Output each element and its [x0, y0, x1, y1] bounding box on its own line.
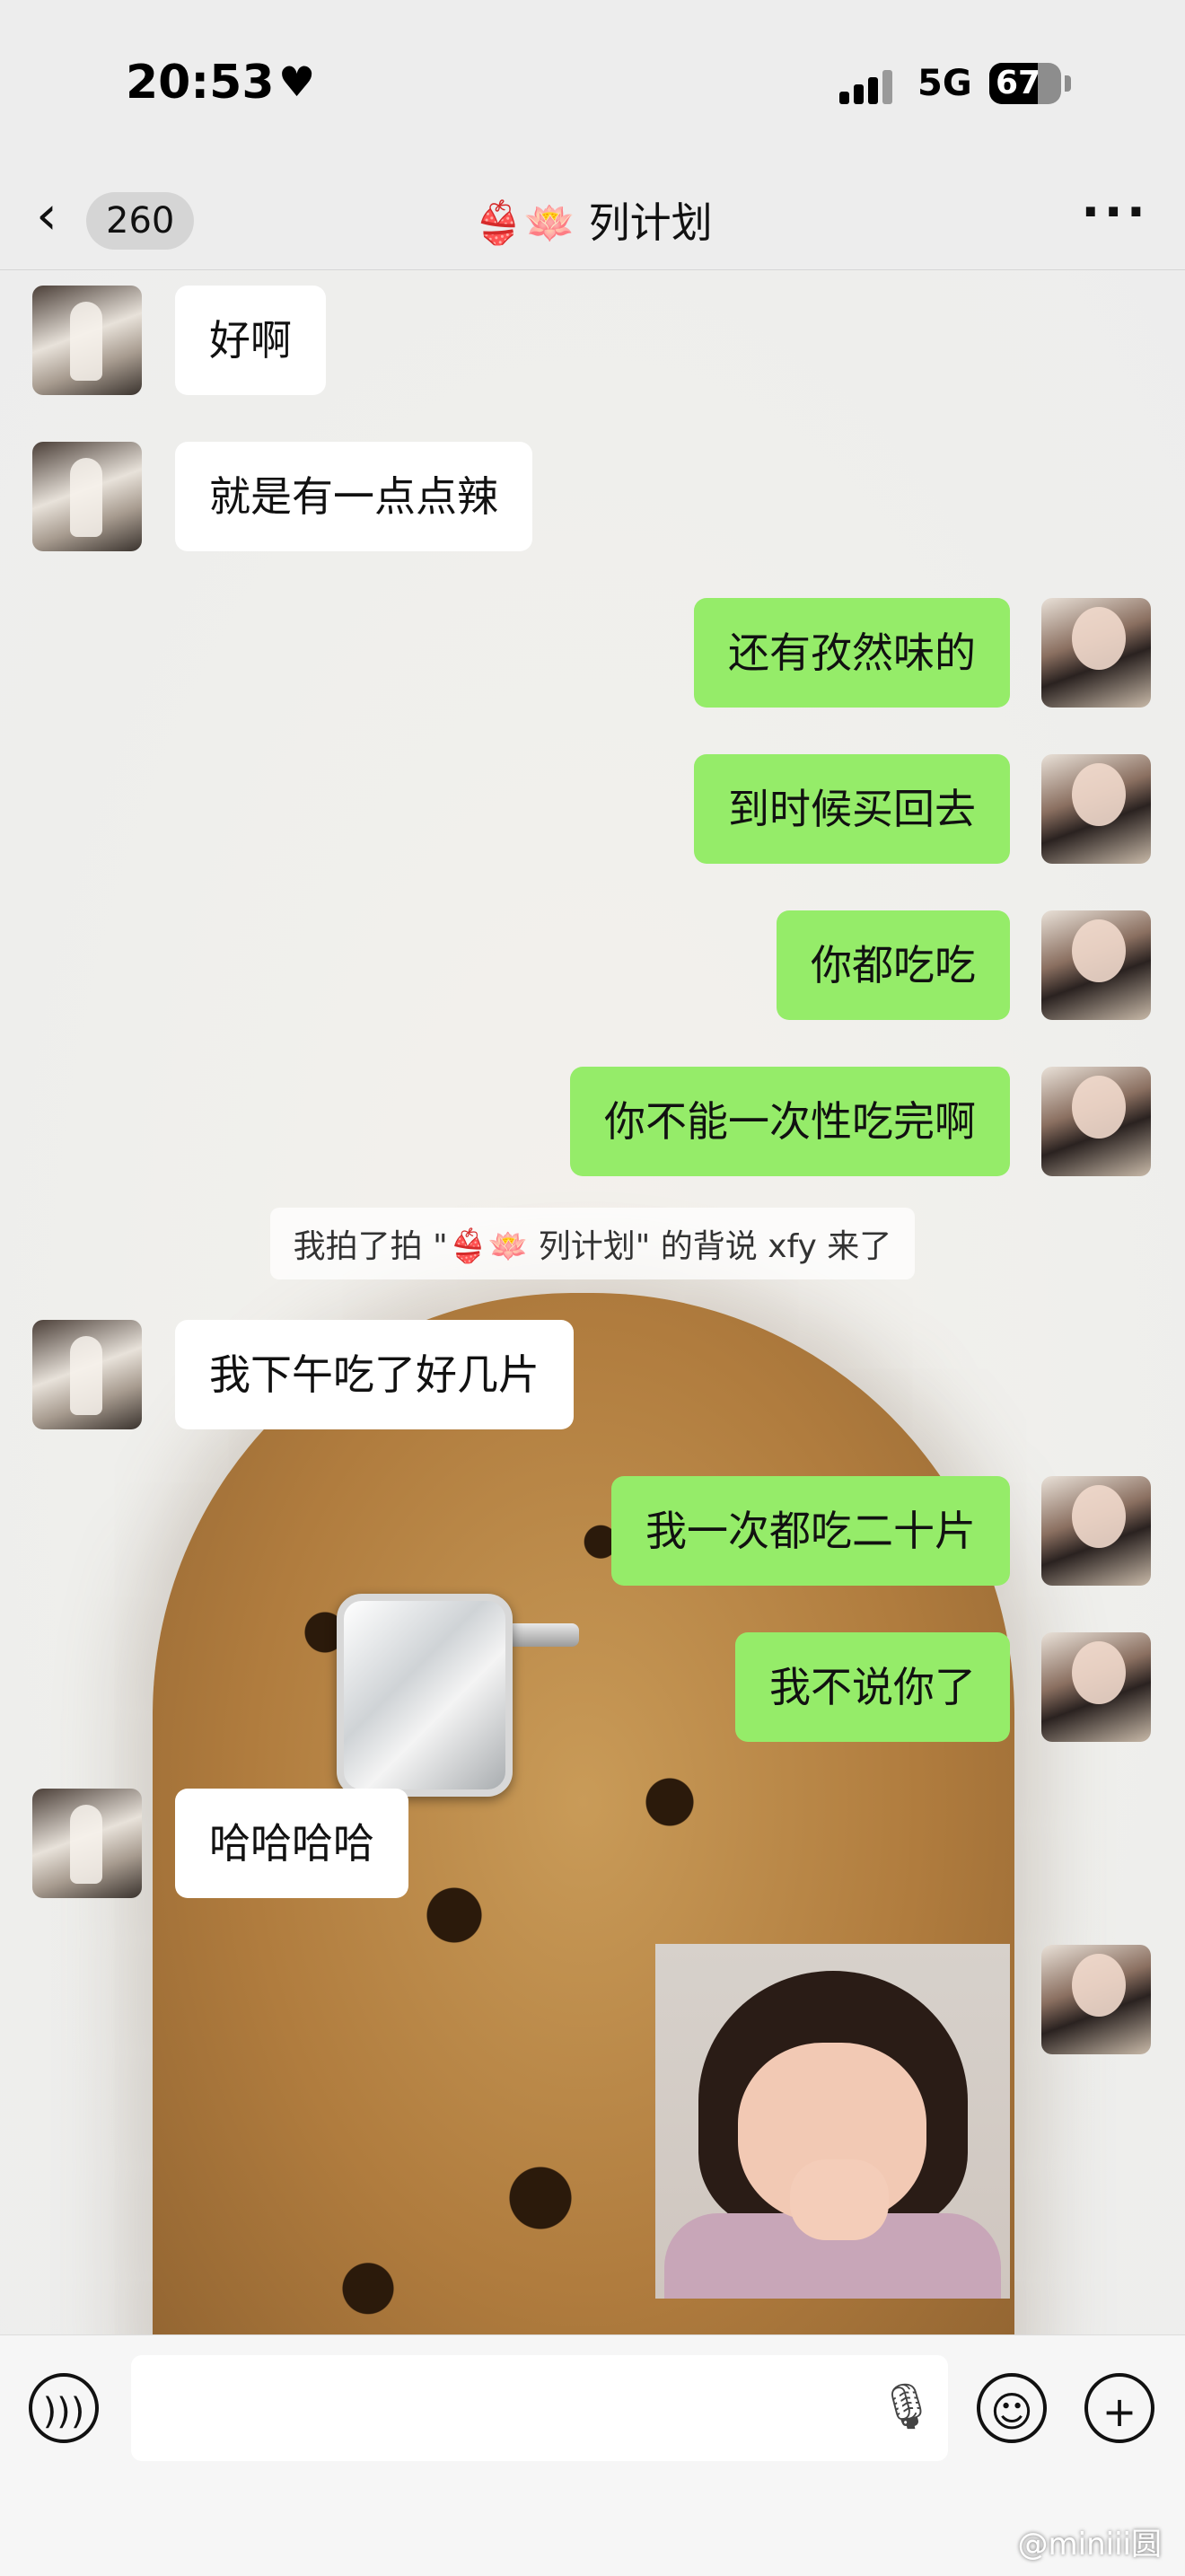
voice-icon[interactable]: ))) [29, 2373, 99, 2443]
avatar[interactable] [32, 442, 142, 551]
chat-header: ‹ 260 👙🪷 列计划 ··· [0, 171, 1185, 270]
avatar[interactable] [1041, 1476, 1151, 1586]
message-bubble[interactable]: 还有孜然味的 [694, 598, 1010, 708]
avatar[interactable] [32, 1320, 142, 1429]
avatar[interactable] [1041, 598, 1151, 708]
clock: 20:53 [126, 56, 275, 110]
more-icon[interactable]: ··· [1081, 183, 1149, 242]
avatar[interactable] [32, 1789, 142, 1898]
avatar[interactable] [1041, 910, 1151, 1020]
status-bar: 20:53 ♥ 5G 67 [0, 0, 1185, 171]
wallpaper-diamond-ring [337, 1594, 513, 1797]
avatar[interactable] [1041, 1945, 1151, 2054]
message-input[interactable] [131, 2355, 948, 2461]
message-bubble[interactable]: 哈哈哈哈 [175, 1789, 408, 1898]
system-notice: 我拍了拍 "👙🪷 列计划" 的背说 xfy 来了 [0, 1208, 1185, 1279]
avatar[interactable] [1041, 754, 1151, 864]
avatar[interactable] [1041, 1067, 1151, 1176]
message-bubble[interactable]: 到时候买回去 [694, 754, 1010, 864]
avatar[interactable] [1041, 1632, 1151, 1742]
message-bubble[interactable]: 我不说你了 [735, 1632, 1010, 1742]
watermark: @miniii圆 [1017, 2527, 1162, 2563]
heart-icon: ♥ [278, 57, 316, 106]
battery-level: 67 [995, 65, 1041, 101]
plus-icon[interactable]: + [1084, 2373, 1154, 2443]
message-bubble[interactable]: 我下午吃了好几片 [175, 1320, 574, 1429]
pat-notice-text: 我拍了拍 "👙🪷 列计划" 的背说 xfy 来了 [269, 1208, 916, 1279]
battery-cap [1065, 75, 1071, 92]
emoji-icon[interactable]: ☺ [977, 2373, 1047, 2443]
message-bubble[interactable]: 好啊 [175, 286, 326, 395]
chat-title: 👙🪷 列计划 [472, 198, 713, 247]
signal-icon [839, 68, 902, 104]
message-bubble[interactable]: 你不能一次性吃完啊 [570, 1067, 1010, 1176]
battery-icon: 67 [989, 63, 1061, 104]
avatar[interactable] [32, 286, 142, 395]
message-bubble[interactable]: 就是有一点点辣 [175, 442, 532, 551]
microphone-icon[interactable]: 🎙 [878, 2380, 935, 2433]
network-type: 5G [917, 63, 972, 104]
message-bubble[interactable]: 你都吃吃 [777, 910, 1010, 1020]
input-bar: ))) 🎙 ☺ + @miniii圆 [0, 2334, 1185, 2576]
sticker-image[interactable] [655, 1944, 1010, 2299]
message-bubble[interactable]: 我一次都吃二十片 [611, 1476, 1010, 1586]
